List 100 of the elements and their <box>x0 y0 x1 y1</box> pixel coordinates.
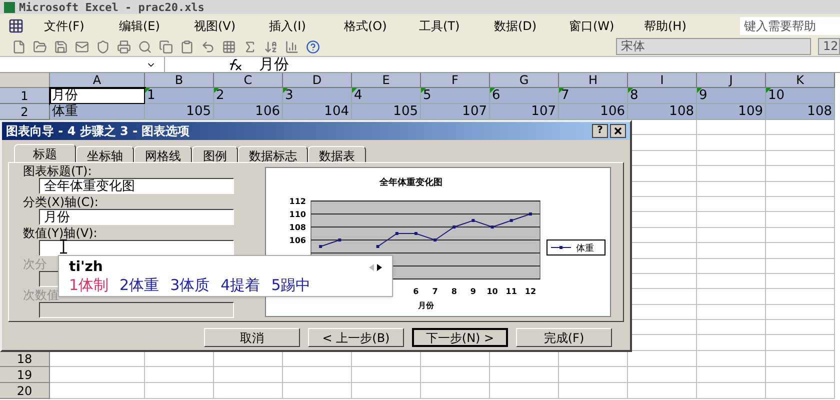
search-icon[interactable] <box>138 40 152 54</box>
help-search-field[interactable]: 键入需要帮助 <box>740 16 840 34</box>
table-cell[interactable] <box>697 335 766 351</box>
table-cell[interactable] <box>766 182 835 197</box>
table-cell[interactable] <box>283 366 352 383</box>
shield-icon[interactable] <box>96 40 110 54</box>
column-header[interactable]: B <box>145 73 214 88</box>
row-header[interactable]: 19 <box>0 366 50 383</box>
new-file-icon[interactable] <box>12 40 26 54</box>
table-cell[interactable] <box>697 166 766 182</box>
menu-item[interactable]: 窗口(W) <box>569 16 644 34</box>
table-cell[interactable]: 105 <box>352 104 421 120</box>
table-cell[interactable]: 2 <box>214 88 283 104</box>
table-cell[interactable] <box>421 366 490 383</box>
table-cell[interactable] <box>766 166 835 182</box>
table-cell[interactable]: 109 <box>697 104 766 120</box>
next-page-icon[interactable] <box>377 264 382 270</box>
table-cell[interactable] <box>697 212 766 228</box>
table-cell[interactable] <box>490 366 559 383</box>
table-cell[interactable] <box>214 382 283 399</box>
table-cell[interactable] <box>766 320 835 336</box>
tab[interactable]: 标题 <box>14 144 76 162</box>
mail-icon[interactable] <box>75 40 89 54</box>
tab[interactable]: 坐标轴 <box>76 146 134 162</box>
dialog-button[interactable]: 下一步(N) > <box>412 328 508 347</box>
table-cell[interactable] <box>628 350 697 367</box>
table-cell[interactable] <box>766 150 835 166</box>
table-cell[interactable] <box>697 320 766 336</box>
table-cell[interactable] <box>559 382 628 399</box>
row-header[interactable]: 2 <box>0 104 50 120</box>
table-cell[interactable]: 9 <box>697 88 766 104</box>
table-cell[interactable]: 6 <box>490 88 559 104</box>
menu-item[interactable]: 视图(V) <box>194 16 269 34</box>
open-folder-icon[interactable] <box>33 40 47 54</box>
table-cell[interactable] <box>697 150 766 166</box>
ime-candidate[interactable]: 5踢中 <box>271 276 311 295</box>
sigma-icon[interactable] <box>243 40 257 54</box>
table-cell[interactable] <box>766 382 835 399</box>
table-cell[interactable] <box>766 243 835 259</box>
copy-icon[interactable] <box>159 40 173 54</box>
table-cell[interactable] <box>766 120 835 136</box>
clipboard-icon[interactable] <box>180 40 194 54</box>
table-cell[interactable]: 4 <box>352 88 421 104</box>
table-cell[interactable] <box>766 335 835 351</box>
table-cell[interactable] <box>697 258 766 274</box>
table-cell[interactable] <box>766 258 835 274</box>
ime-candidate[interactable]: 2体重 <box>120 276 160 295</box>
table-cell[interactable] <box>697 274 766 290</box>
sort-icon[interactable] <box>264 40 278 54</box>
table-cell[interactable] <box>766 274 835 290</box>
table-cell[interactable]: 3 <box>283 88 352 104</box>
table-cell[interactable] <box>50 366 145 383</box>
table-cell[interactable] <box>766 135 835 151</box>
column-header[interactable]: G <box>490 73 559 88</box>
table-cell[interactable] <box>697 350 766 367</box>
row-header[interactable]: 20 <box>0 382 50 399</box>
table-cell[interactable] <box>697 120 766 136</box>
workbook-icon[interactable] <box>8 18 24 34</box>
print-icon[interactable] <box>117 40 131 54</box>
text-field[interactable]: 全年体重变化图 <box>39 178 234 194</box>
table-cell[interactable]: 106 <box>559 104 628 120</box>
close-button[interactable] <box>610 124 626 138</box>
table-cell[interactable] <box>766 196 835 212</box>
table-cell[interactable] <box>628 366 697 383</box>
function-icon[interactable] <box>227 58 243 70</box>
column-header[interactable]: K <box>766 73 835 88</box>
column-header[interactable]: E <box>352 73 421 88</box>
tab[interactable]: 网格线 <box>134 146 192 162</box>
table-cell[interactable] <box>214 366 283 383</box>
table-cell[interactable] <box>490 382 559 399</box>
table-cell[interactable] <box>766 228 835 244</box>
table-cell[interactable]: 108 <box>766 104 835 120</box>
column-header[interactable]: C <box>214 73 283 88</box>
column-header[interactable]: D <box>283 73 352 88</box>
table-cell[interactable] <box>697 382 766 399</box>
save-icon[interactable] <box>54 40 68 54</box>
table-cell[interactable] <box>697 304 766 320</box>
table-cell[interactable]: 108 <box>628 104 697 120</box>
column-header[interactable]: H <box>559 73 628 88</box>
table-cell[interactable] <box>352 382 421 399</box>
table-cell[interactable] <box>50 382 145 399</box>
select-all-corner[interactable] <box>0 73 50 88</box>
undo-icon[interactable] <box>201 40 215 54</box>
table-cell[interactable]: 1 <box>145 88 214 104</box>
dialog-button[interactable]: 完成(F) <box>516 328 612 347</box>
table-cell[interactable]: 105 <box>145 104 214 120</box>
menu-item[interactable]: 数据(D) <box>494 16 569 34</box>
tab[interactable]: 数据表 <box>308 146 366 162</box>
menu-item[interactable]: 文件(F) <box>44 16 119 34</box>
table-cell[interactable]: 5 <box>421 88 490 104</box>
help-icon[interactable] <box>306 40 320 54</box>
table-cell[interactable]: 107 <box>490 104 559 120</box>
column-header[interactable]: A <box>50 73 145 88</box>
row-header[interactable]: 1 <box>0 88 50 104</box>
help-button[interactable]: ? <box>592 124 608 138</box>
ime-candidate[interactable]: 4提着 <box>220 276 260 295</box>
table-cell[interactable] <box>559 366 628 383</box>
menu-item[interactable]: 帮助(H) <box>644 16 719 34</box>
table-cell[interactable] <box>628 382 697 399</box>
bar-chart-icon[interactable] <box>285 40 299 54</box>
